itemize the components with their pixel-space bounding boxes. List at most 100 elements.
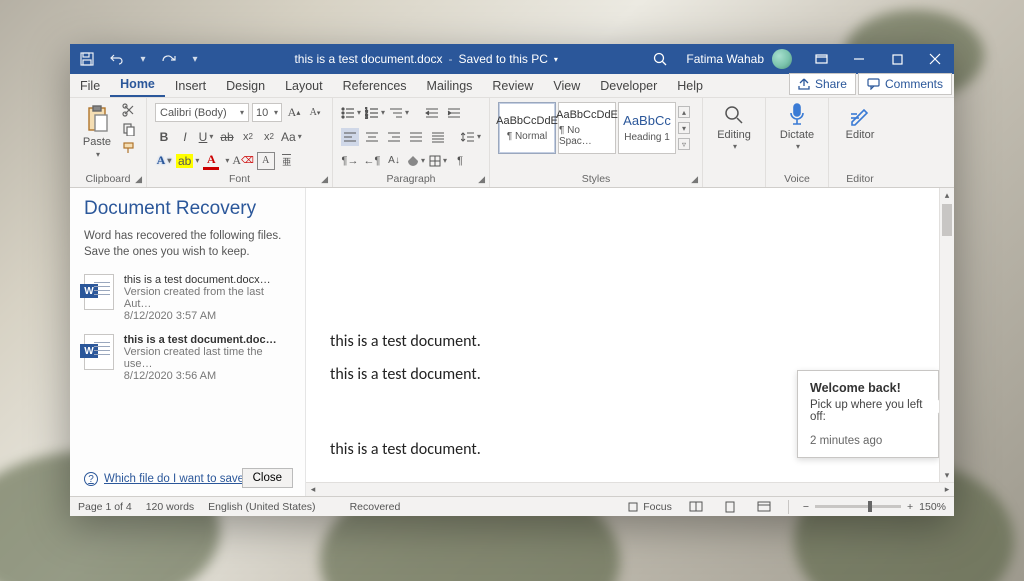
comments-button[interactable]: Comments xyxy=(858,73,952,95)
change-case-button[interactable]: Aa▾ xyxy=(281,128,302,146)
cut-icon[interactable] xyxy=(120,102,138,118)
focus-mode-button[interactable]: Focus xyxy=(627,501,672,513)
align-left-button[interactable] xyxy=(341,128,359,146)
shrink-font-icon[interactable]: A▾ xyxy=(306,104,324,122)
dialog-launcher-icon[interactable]: ◢ xyxy=(691,174,698,185)
bold-button[interactable]: B xyxy=(155,128,173,146)
copy-icon[interactable] xyxy=(120,121,138,137)
borders-button[interactable]: ▾ xyxy=(429,152,447,170)
font-name-select[interactable]: Calibri (Body)▾ xyxy=(155,103,249,122)
highlight-button[interactable]: ab▾ xyxy=(176,152,199,170)
status-language[interactable]: English (United States) xyxy=(208,501,315,513)
style-normal[interactable]: AaBbCcDdE¶ Normal xyxy=(498,102,556,154)
recovery-item[interactable]: this is a test document.docx… Version cr… xyxy=(84,274,293,322)
sort-button[interactable]: A↓ xyxy=(385,152,403,170)
decrease-indent-button[interactable] xyxy=(423,104,441,122)
font-color-button[interactable]: A xyxy=(202,152,220,170)
status-words[interactable]: 120 words xyxy=(146,501,194,513)
recovery-item[interactable]: this is a test document.doc… Version cre… xyxy=(84,334,293,382)
welcome-back-callout[interactable]: Welcome back! Pick up where you left off… xyxy=(797,370,939,458)
redo-icon[interactable] xyxy=(158,48,180,70)
tab-references[interactable]: References xyxy=(333,75,417,97)
editing-button[interactable]: Editing ▾ xyxy=(711,102,757,151)
shading-button[interactable]: ▾ xyxy=(407,152,425,170)
superscript-button[interactable]: x2 xyxy=(260,128,278,146)
scroll-up-icon[interactable]: ▴ xyxy=(940,188,954,202)
style-heading-1[interactable]: AaBbCcHeading 1 xyxy=(618,102,676,154)
styles-gallery-more[interactable]: ▴▾▿ xyxy=(678,102,694,154)
scroll-left-icon[interactable]: ◂ xyxy=(306,484,320,495)
tab-design[interactable]: Design xyxy=(216,75,275,97)
strikethrough-button[interactable]: ab xyxy=(218,128,236,146)
tab-file[interactable]: File xyxy=(70,75,110,97)
underline-button[interactable]: U▾ xyxy=(197,128,215,146)
tab-help[interactable]: Help xyxy=(667,75,713,97)
zoom-in-button[interactable]: + xyxy=(907,501,913,513)
rtl-button[interactable]: ←¶ xyxy=(363,152,381,170)
dialog-launcher-icon[interactable]: ◢ xyxy=(135,174,142,185)
ltr-button[interactable]: ¶→ xyxy=(341,152,359,170)
scroll-down-icon[interactable]: ▾ xyxy=(940,468,954,482)
grow-font-icon[interactable]: A▴ xyxy=(285,104,303,122)
user-account[interactable]: Fatima Wahab xyxy=(676,49,802,69)
tab-insert[interactable]: Insert xyxy=(165,75,216,97)
paste-button[interactable]: Paste ▾ xyxy=(78,102,116,161)
zoom-out-button[interactable]: − xyxy=(803,501,809,513)
horizontal-scrollbar[interactable]: ◂ ▸ xyxy=(306,482,954,496)
scroll-thumb[interactable] xyxy=(942,204,952,236)
minimize-icon[interactable] xyxy=(840,44,878,74)
tab-mailings[interactable]: Mailings xyxy=(417,75,483,97)
italic-button[interactable]: I xyxy=(176,128,194,146)
bullets-button[interactable]: ▾ xyxy=(341,104,361,122)
character-border-icon[interactable]: A xyxy=(257,152,275,170)
save-status[interactable]: Saved to this PC ▾ xyxy=(459,52,558,66)
undo-dropdown-icon[interactable]: ▾ xyxy=(136,54,150,65)
zoom-level[interactable]: 150% xyxy=(919,501,946,513)
close-icon[interactable] xyxy=(916,44,954,74)
tab-layout[interactable]: Layout xyxy=(275,75,333,97)
search-icon[interactable] xyxy=(644,44,676,74)
font-size-select[interactable]: 10▾ xyxy=(252,103,282,122)
group-paragraph: ▾ 123▾ ▾ ▾ ¶→ ← xyxy=(333,98,490,187)
format-painter-icon[interactable] xyxy=(120,140,138,156)
show-marks-button[interactable]: ¶ xyxy=(451,152,469,170)
recovery-close-button[interactable]: Close xyxy=(242,468,293,488)
align-center-button[interactable] xyxy=(363,128,381,146)
dialog-launcher-icon[interactable]: ◢ xyxy=(321,174,328,185)
increase-indent-button[interactable] xyxy=(445,104,463,122)
numbering-button[interactable]: 123▾ xyxy=(365,104,385,122)
chevron-down-icon: ▾ xyxy=(96,150,100,159)
document-recovery-pane: Document Recovery Word has recovered the… xyxy=(70,188,306,496)
status-page[interactable]: Page 1 of 4 xyxy=(78,501,132,513)
group-font: Calibri (Body)▾ 10▾ A▴ A▾ B I U▾ ab x2 x… xyxy=(147,98,333,187)
justify-button[interactable] xyxy=(407,128,425,146)
read-mode-icon[interactable] xyxy=(686,499,706,515)
tab-developer[interactable]: Developer xyxy=(590,75,667,97)
share-button[interactable]: Share xyxy=(789,73,856,95)
undo-icon[interactable] xyxy=(106,48,128,70)
save-icon[interactable] xyxy=(76,48,98,70)
tab-view[interactable]: View xyxy=(543,75,590,97)
dictate-button[interactable]: Dictate ▾ xyxy=(774,102,820,151)
dialog-launcher-icon[interactable]: ◢ xyxy=(478,174,485,185)
text-effects-button[interactable]: A▾ xyxy=(155,152,173,170)
clear-formatting-button[interactable]: A⌫ xyxy=(232,152,253,170)
phonetic-guide-icon[interactable]: 亜 xyxy=(278,152,296,170)
style-no-spacing[interactable]: AaBbCcDdE¶ No Spac… xyxy=(558,102,616,154)
web-layout-icon[interactable] xyxy=(754,499,774,515)
vertical-scrollbar[interactable]: ▴ ▾ xyxy=(939,188,954,482)
subscript-button[interactable]: x2 xyxy=(239,128,257,146)
zoom-slider[interactable] xyxy=(815,505,901,508)
editor-button[interactable]: Editor xyxy=(837,102,883,141)
tab-home[interactable]: Home xyxy=(110,73,165,97)
distributed-button[interactable] xyxy=(429,128,447,146)
line-spacing-button[interactable]: ▾ xyxy=(461,128,481,146)
scroll-right-icon[interactable]: ▸ xyxy=(940,484,954,495)
ribbon-display-options-icon[interactable] xyxy=(802,44,840,74)
tab-review[interactable]: Review xyxy=(482,75,543,97)
print-layout-icon[interactable] xyxy=(720,499,740,515)
multilevel-list-button[interactable]: ▾ xyxy=(389,104,409,122)
qat-customize-icon[interactable]: ▾ xyxy=(188,54,202,65)
align-right-button[interactable] xyxy=(385,128,403,146)
maximize-icon[interactable] xyxy=(878,44,916,74)
